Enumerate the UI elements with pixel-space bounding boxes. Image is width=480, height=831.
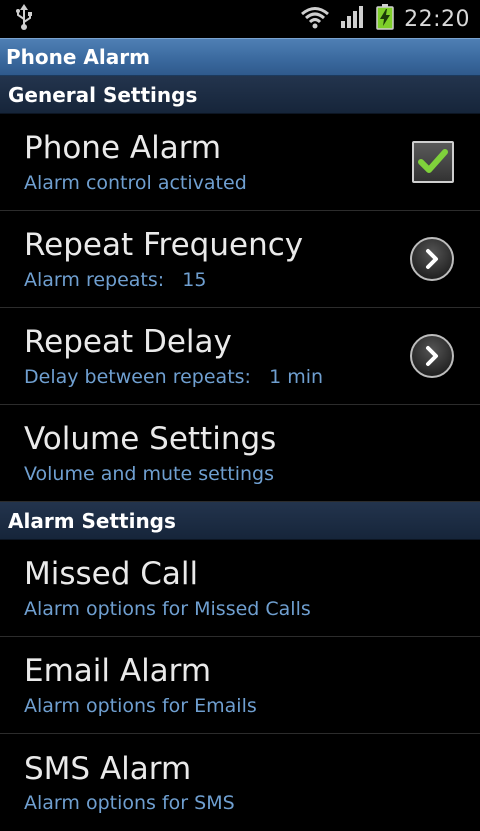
pref-repeat-frequency[interactable]: Repeat Frequency Alarm repeats: 15 bbox=[0, 211, 480, 308]
pref-title: Repeat Frequency bbox=[24, 227, 304, 264]
pref-email-alarm[interactable]: Email Alarm Alarm options for Emails bbox=[0, 637, 480, 734]
pref-phone-alarm[interactable]: Phone Alarm Alarm control activated bbox=[0, 114, 480, 211]
pref-volume-settings[interactable]: Volume Settings Volume and mute settings bbox=[0, 405, 480, 502]
pref-title: Missed Call bbox=[24, 556, 199, 593]
pref-summary: Alarm options for Emails bbox=[24, 694, 257, 717]
pref-missed-call[interactable]: Missed Call Alarm options for Missed Cal… bbox=[0, 540, 480, 637]
usb-icon bbox=[14, 4, 34, 34]
chevron-right-icon bbox=[426, 346, 438, 366]
checkmark-icon bbox=[418, 149, 448, 173]
repeat-frequency-button[interactable] bbox=[410, 237, 454, 281]
battery-charging-icon bbox=[376, 4, 394, 34]
repeat-delay-button[interactable] bbox=[410, 334, 454, 378]
pref-title: Repeat Delay bbox=[24, 324, 232, 361]
pref-sms-alarm[interactable]: SMS Alarm Alarm options for SMS bbox=[0, 734, 480, 831]
status-bar: 22:20 bbox=[0, 0, 480, 38]
app-title: Phone Alarm bbox=[6, 45, 150, 69]
pref-title: Volume Settings bbox=[24, 421, 277, 458]
pref-summary: Delay between repeats: 1 min bbox=[24, 365, 324, 388]
section-header-alarm: Alarm Settings bbox=[0, 502, 480, 540]
chevron-right-icon bbox=[426, 249, 438, 269]
wifi-icon bbox=[300, 5, 330, 33]
pref-repeat-delay[interactable]: Repeat Delay Delay between repeats: 1 mi… bbox=[0, 308, 480, 405]
pref-summary: Alarm options for Missed Calls bbox=[24, 597, 311, 620]
pref-summary: Alarm repeats: 15 bbox=[24, 268, 207, 291]
app-title-bar: Phone Alarm bbox=[0, 38, 480, 76]
signal-icon bbox=[340, 5, 366, 33]
section-title: General Settings bbox=[8, 82, 198, 107]
pref-summary: Alarm options for SMS bbox=[24, 792, 235, 815]
section-header-general: General Settings bbox=[0, 76, 480, 114]
status-time: 22:20 bbox=[404, 6, 470, 32]
section-title: Alarm Settings bbox=[8, 508, 176, 533]
pref-summary: Volume and mute settings bbox=[24, 462, 274, 485]
phone-alarm-checkbox[interactable] bbox=[412, 141, 454, 183]
pref-title: Phone Alarm bbox=[24, 130, 222, 167]
pref-title: SMS Alarm bbox=[24, 750, 192, 787]
pref-title: Email Alarm bbox=[24, 653, 212, 690]
pref-summary: Alarm control activated bbox=[24, 171, 247, 194]
